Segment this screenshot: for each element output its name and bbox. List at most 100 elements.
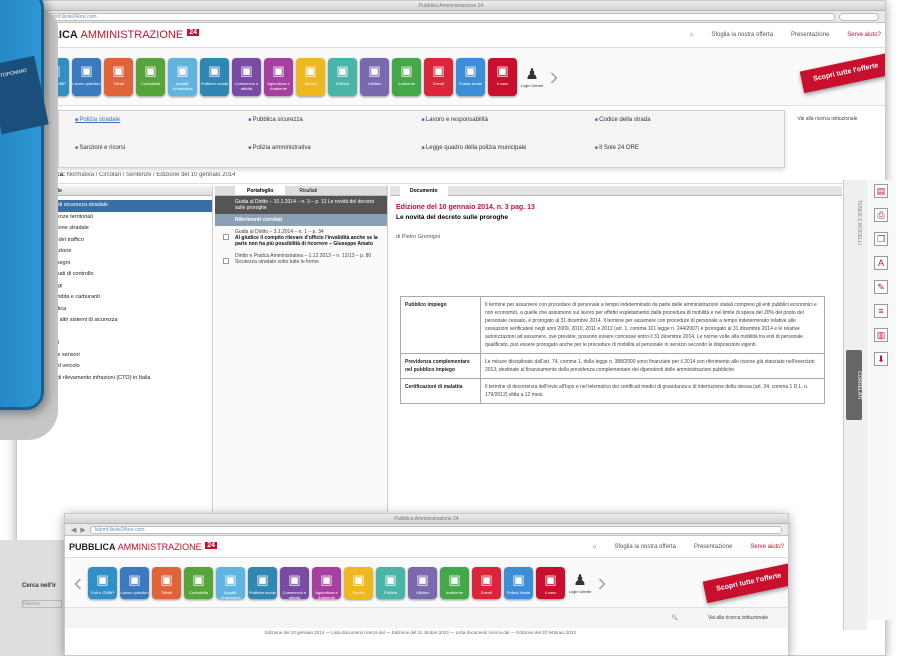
overlay-category-tile-10[interactable]: ▣ Utilities	[408, 566, 437, 599]
stats-icon[interactable]: ▥	[874, 328, 888, 342]
tree-item[interactable]: Posti fissati di controllo	[34, 269, 212, 281]
overlay-category-tile-6[interactable]: ▣ Commercio e attività	[280, 566, 309, 600]
overlay-url-field[interactable]: lalpmf.ilsole24ore.com	[89, 525, 782, 534]
breadcrumb-trail[interactable]: Normativa / Circolari / Sentenze / Edizi…	[67, 172, 236, 178]
tree-item[interactable]: Circolazione stradale	[34, 223, 212, 235]
tree-item[interactable]: Trasporti	[34, 338, 212, 350]
category-label: Agricoltura e Ambiente	[267, 80, 290, 91]
tree-item[interactable]: Competenze territoriali	[34, 212, 212, 224]
overlay-category-tile-3[interactable]: ▣ Contabilità	[184, 566, 213, 599]
overlay-carousel-next-icon[interactable]: ›	[595, 567, 609, 598]
submenu-item[interactable]: Lavoro e responsabilità	[422, 117, 595, 133]
offer-ribbon[interactable]: Scopri tutte l'offerte	[799, 52, 885, 94]
tree-item[interactable]: Itinerari e sensori	[34, 350, 212, 362]
url-field[interactable]: lalpmf.ilsole24ore.com	[41, 12, 835, 21]
tree-item[interactable]: Patente di sicurezza stradale	[32, 200, 212, 212]
result-checkbox[interactable]	[223, 258, 229, 264]
category-tile-4[interactable]: ▣ Appalti, Urbanistica	[168, 57, 197, 96]
result-item[interactable]: Riferimenti correlati	[215, 214, 387, 226]
category-tile-2[interactable]: ▣ Tributi	[104, 57, 133, 96]
print-icon[interactable]: ⎙	[874, 208, 888, 222]
category-tile-7[interactable]: ▣ Agricoltura e Ambiente	[264, 57, 293, 96]
overlay-institutional-link[interactable]: Vai alla ricerca istituzionale	[708, 615, 768, 621]
overlay-header-link-presentation[interactable]: Presentazione	[694, 544, 732, 550]
result-item[interactable]: Diritto e Pratica Amministrativa – 1.12.…	[215, 250, 387, 268]
category-tile-3[interactable]: ▣ Contabilità	[136, 57, 165, 96]
overlay-category-tile-11[interactable]: ▣ Ambiente	[440, 566, 469, 599]
overlay-category-tile-12[interactable]: ▣ Eventi	[472, 566, 501, 599]
submenu-item[interactable]: Sanzioni e ricorsi	[75, 145, 248, 161]
pdf-icon[interactable]: ▤	[874, 184, 888, 198]
overlay-back-icon[interactable]: ◀	[71, 526, 76, 534]
font-size-icon[interactable]: A	[874, 256, 888, 270]
carousel-next-icon[interactable]: ›	[547, 61, 561, 92]
category-tile-6[interactable]: ▣ Commercio e attività	[232, 57, 261, 96]
overlay-carousel-prev-icon[interactable]: ‹	[71, 567, 85, 598]
tab-portfolio[interactable]: Portafoglio	[235, 186, 286, 195]
submenu-item[interactable]: Codice della strada	[595, 117, 768, 133]
overlay-category-tile-2[interactable]: ▣ Tributi	[152, 566, 181, 599]
overlay-category-tile-4[interactable]: ▣ Appalti, Urbanistica	[216, 566, 245, 600]
overlay-header-link-offer[interactable]: Sfoglia la nostra offerta	[614, 544, 676, 550]
tree-item[interactable]: Sinistri	[34, 327, 212, 339]
overlay-category-tile-8[interactable]: ▣ Servizi	[344, 566, 373, 599]
overlay-category-tile-7[interactable]: ▣ Agricoltura e Ambiente	[312, 566, 341, 600]
tree-item[interactable]: Contrassegni	[34, 258, 212, 270]
result-item[interactable]: Guida al Diritto – 3.1.2014 – n. 1 – p. …	[215, 226, 387, 250]
tree-item[interactable]: Guida del veicolo	[34, 361, 212, 373]
result-checkbox[interactable]	[223, 234, 229, 240]
search-input[interactable]: Ricerca	[22, 600, 62, 608]
category-tile-8[interactable]: ▣ Servizi	[296, 57, 325, 96]
tree-item[interactable]: Sistemi di rilevamento infrazioni (CTO) …	[34, 373, 212, 385]
overlay-category-tile-5[interactable]: ▣ Politiche sociali	[248, 566, 277, 599]
tree-item[interactable]: Parcheggi	[34, 281, 212, 293]
overlay-header-link-help[interactable]: Serve aiuto?	[750, 544, 784, 550]
category-tile-14[interactable]: ▣ Il caso	[488, 57, 517, 96]
category-tile-10[interactable]: ▣ Utilities	[360, 57, 389, 96]
highlight-icon[interactable]: ✎	[874, 280, 888, 294]
overlay-forward-icon[interactable]: ▶	[80, 526, 85, 534]
tree-item[interactable]: Punti vendita e carburanti	[34, 292, 212, 304]
tab-results[interactable]: Risultati	[287, 186, 329, 195]
overlay-home-icon[interactable]: ⌂	[593, 544, 597, 550]
header-link-help[interactable]: Serve aiuto?	[847, 32, 881, 38]
tree-item[interactable]: Barriere del traffico	[34, 235, 212, 247]
list-icon[interactable]: ≡	[874, 304, 888, 318]
overlay-search-icon[interactable]: 🔍	[672, 615, 678, 621]
user-icon[interactable]: ♟ Login Utente	[520, 65, 544, 88]
save-icon[interactable]: ⬇	[874, 352, 888, 366]
submenu-item[interactable]: Il Sole 24 ORE	[595, 145, 768, 161]
overlay-category-tile-0[interactable]: ▣ Enti e CMBP	[88, 566, 117, 599]
side-tab-related[interactable]: CORRELATI	[846, 350, 862, 420]
category-label: Lavoro pubblico	[72, 80, 101, 86]
category-tile-5[interactable]: ▣ Politiche sociali	[200, 57, 229, 96]
institutional-search-link[interactable]: Vai alla ricerca istituzionale	[795, 116, 860, 122]
overlay-offer-ribbon[interactable]: Scopri tutte l'offerte	[702, 562, 788, 604]
overlay-category-tile-13[interactable]: ▣ Polizia locale	[504, 566, 533, 599]
copy-icon[interactable]: ❐	[874, 232, 888, 246]
submenu-item[interactable]: Pubblica sicurezza	[248, 117, 421, 133]
category-tile-12[interactable]: ▣ Eventi	[424, 57, 453, 96]
overlay-user-icon[interactable]: ♟ Login Utente	[568, 571, 592, 594]
overlay-breadcrumb[interactable]: Edizione del 10 gennaio 2014 — Lista doc…	[65, 628, 788, 638]
header-link-presentation[interactable]: Presentazione	[791, 32, 829, 38]
overlay-category-tile-14[interactable]: ▣ Il caso	[536, 566, 565, 599]
submenu-item[interactable]: Polizia stradale	[75, 117, 248, 133]
tab-document[interactable]: Documento	[400, 186, 448, 196]
submenu-item[interactable]: Polizia amministrativa	[248, 145, 421, 161]
tree-item[interactable]: Assicurazione	[34, 246, 212, 258]
category-tile-1[interactable]: ▣ Lavoro pubblico	[72, 57, 101, 96]
tree-item[interactable]: Veicoli e altri sistemi di sicurezza	[34, 315, 212, 327]
home-icon[interactable]: ⌂	[690, 32, 694, 38]
header-link-offer[interactable]: Sfoglia la nostra offerta	[711, 32, 773, 38]
category-tile-11[interactable]: ▣ Ambiente	[392, 57, 421, 96]
result-item[interactable]: Guida al Diritto – 10.1.2014 – n. 3 – p.…	[215, 196, 387, 214]
tree-item[interactable]: Segnaletica	[34, 304, 212, 316]
browser-search-field[interactable]	[839, 12, 879, 21]
category-tile-9[interactable]: ▣ Edilizia	[328, 57, 357, 96]
submenu-item[interactable]: Legge quadro della polizia municipale	[422, 145, 595, 161]
overlay-category-tile-9[interactable]: ▣ Edilizia	[376, 566, 405, 599]
overlay-category-tile-1[interactable]: ▣ Lavoro pubblico	[120, 566, 149, 599]
category-tile-13[interactable]: ▣ Polizia locale	[456, 57, 485, 96]
overlay-site-logo[interactable]: PUBBLICA AMMINISTRAZIONE 24	[69, 541, 218, 552]
